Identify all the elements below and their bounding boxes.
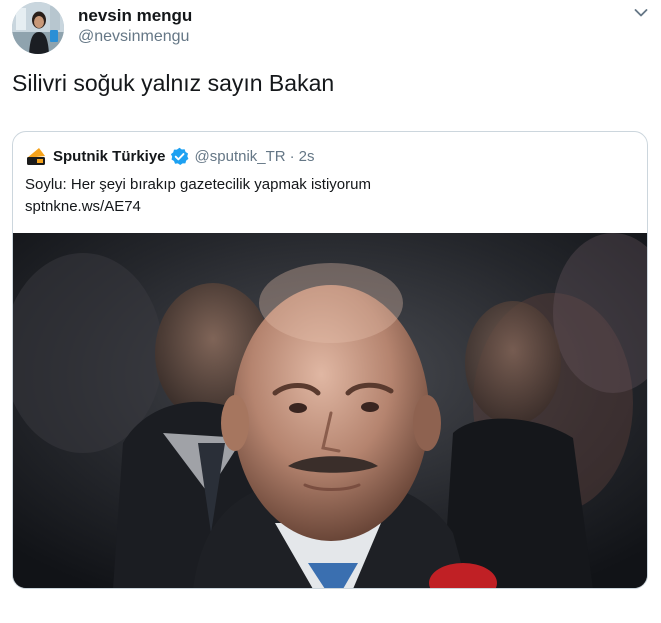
avatar-photo	[12, 2, 64, 54]
tweet-text: Silivri soğuk yalnız sayın Bakan	[12, 70, 335, 96]
sputnik-logo-icon	[25, 146, 47, 166]
quoted-author-name[interactable]: Sputnik Türkiye	[53, 148, 166, 165]
quoted-author-handle[interactable]: @sputnik_TR	[195, 148, 286, 165]
man-portrait-image	[13, 233, 647, 588]
quoted-tweet-link[interactable]: sptnkne.ws/AE74	[25, 198, 141, 215]
quoted-tweet-header: Sputnik Türkiye @sputnik_TR · 2s	[25, 144, 314, 168]
separator-dot: ·	[289, 147, 295, 165]
author-name[interactable]: nevsin mengu	[78, 6, 192, 26]
quoted-timestamp[interactable]: 2s	[299, 148, 315, 165]
chevron-down-icon[interactable]	[632, 4, 650, 22]
author-handle[interactable]: @nevsinmengu	[78, 28, 189, 46]
quoted-tweet-card[interactable]: Sputnik Türkiye @sputnik_TR · 2s Soylu: …	[12, 131, 648, 589]
verified-badge-icon	[170, 147, 189, 166]
quoted-tweet-photo[interactable]	[13, 233, 647, 588]
author-avatar[interactable]	[12, 2, 64, 54]
quoted-tweet-text: Soylu: Her şeyi bırakıp gazetecilik yapm…	[25, 176, 371, 193]
tweet: nevsin mengu @nevsinmengu Silivri soğuk …	[0, 0, 661, 623]
